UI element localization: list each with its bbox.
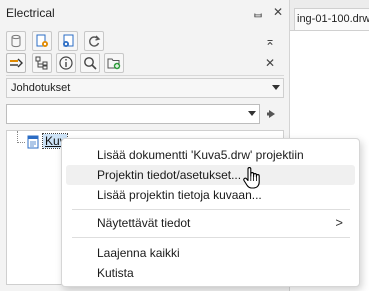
refresh-icon[interactable] <box>84 31 104 51</box>
hand-cursor-icon <box>242 166 262 193</box>
menu-item-label: Näytettävät tiedot <box>97 216 191 230</box>
menu-item-add-document-to-project[interactable]: Lisää dokumentti 'Kuva5.drw' projektiin <box>66 145 355 165</box>
go-arrow-icon <box>267 110 275 118</box>
menu-item-displayed-info[interactable]: Näytettävät tiedot > <box>66 213 355 233</box>
drawing-document-icon <box>27 135 40 152</box>
tree-hierarchy-icon[interactable] <box>32 53 52 73</box>
info-icon[interactable] <box>56 53 76 73</box>
menu-item-project-settings[interactable]: Projektin tiedot/asetukset... <box>66 165 355 185</box>
panel-titlebar: Electrical ᆸ ✕ <box>0 0 290 26</box>
tree-connector <box>17 131 25 143</box>
pin-icon[interactable]: ᆸ <box>250 4 266 20</box>
view-dropdown[interactable]: Johdotukset <box>6 78 284 98</box>
view-dropdown-value: Johdotukset <box>11 82 71 94</box>
cylinder-icon[interactable] <box>6 31 26 51</box>
menu-item-collapse[interactable]: Kutista <box>66 263 355 283</box>
menu-item-label: Projektin tiedot/asetukset... <box>97 168 242 182</box>
menu-separator <box>72 237 350 238</box>
go-button[interactable] <box>262 104 284 124</box>
menu-item-add-project-info-to-drawing[interactable]: Lisää projektin tietoja kuvaan... <box>66 185 355 205</box>
search-icon[interactable] <box>80 53 100 73</box>
new-folder-icon[interactable] <box>104 53 124 73</box>
toolbar-divider <box>6 75 284 76</box>
menu-item-label: Kutista <box>97 266 134 280</box>
search-combo-input[interactable] <box>6 104 260 124</box>
close-toolbar-button[interactable]: ✕ <box>262 55 278 71</box>
chevron-down-icon <box>272 85 280 90</box>
chevron-down-icon[interactable] <box>248 111 256 116</box>
context-menu: Lisää dokumentti 'Kuva5.drw' projektiin … <box>61 138 360 287</box>
close-panel-button[interactable]: ✕ <box>270 4 286 20</box>
gear-document-icon[interactable] <box>32 31 52 51</box>
menu-item-label: Lisää dokumentti 'Kuva5.drw' projektiin <box>97 148 304 162</box>
document-tab[interactable]: ing-01-100.drw <box>294 8 369 30</box>
menu-item-label: Laajenna kaikki <box>97 246 180 260</box>
wire-arrow-icon[interactable] <box>6 53 26 73</box>
link-document-icon[interactable] <box>58 31 78 51</box>
panel-title: Electrical <box>6 6 55 20</box>
menu-item-expand-all[interactable]: Laajenna kaikki <box>66 243 355 263</box>
menu-item-label: Lisää projektin tietoja kuvaan... <box>97 188 262 202</box>
collapse-toolbar-icon[interactable]: ⌅ <box>262 33 278 49</box>
chevron-right-icon: > <box>335 215 343 230</box>
menu-separator <box>72 209 350 210</box>
